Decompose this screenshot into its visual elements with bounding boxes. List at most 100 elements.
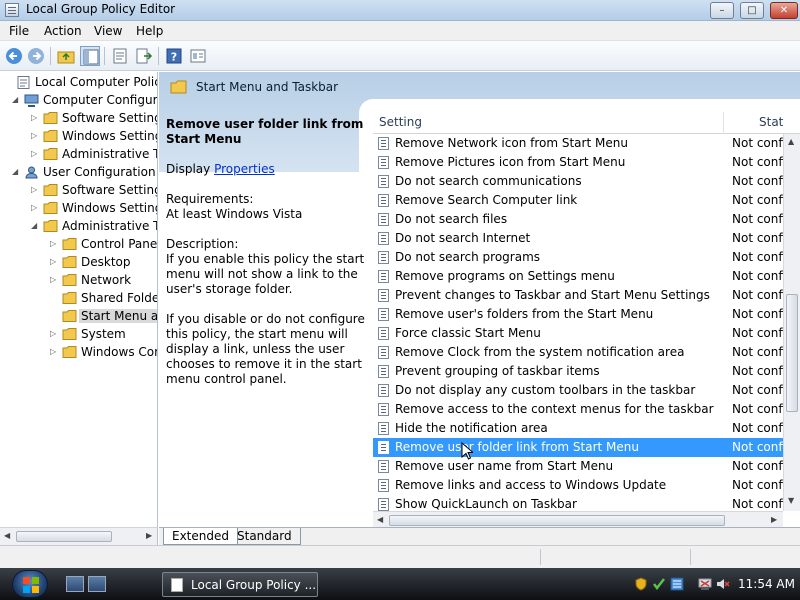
minimize-button[interactable]: – [710,2,734,19]
list-vertical-scrollbar[interactable]: ▲ ▼ [783,134,800,511]
menu-file[interactable]: File [9,24,29,38]
setting-row[interactable]: Remove user's folders from the Start Men… [373,305,783,324]
taskbar-group-policy-button[interactable]: Local Group Policy ... [162,572,318,597]
setting-row[interactable]: Remove Network icon from Start Menu Not c… [373,134,783,153]
settings-list[interactable]: Remove Network icon from Start Menu Not c… [373,134,783,511]
setting-row[interactable]: Do not search programs Not confi [373,248,783,267]
tab-extended[interactable]: Extended [163,528,238,545]
setting-row[interactable]: Do not search files Not confi [373,210,783,229]
volume-muted-icon[interactable] [716,577,730,591]
setting-state: Not confi [732,269,783,283]
setting-row[interactable]: Remove programs on Settings menu Not conf… [373,267,783,286]
collapse-arrow-icon[interactable]: ◢ [12,167,22,179]
setting-state: Not confi [732,421,783,435]
show-desktop-icon[interactable] [66,576,84,592]
properties-link[interactable]: Properties [214,162,275,176]
network-tray-icon[interactable] [670,577,684,591]
toolbar: ? [0,41,800,71]
expand-arrow-icon[interactable]: ▷ [31,185,41,197]
expand-arrow-icon[interactable]: ▷ [31,149,41,161]
tree-item-label: Computer Configura [43,93,158,107]
setting-row[interactable]: Remove user name from Start Menu Not conf… [373,457,783,476]
expand-arrow-icon[interactable]: ▷ [50,239,60,251]
policy-setting-icon [378,232,389,245]
expand-arrow-icon[interactable]: ▷ [50,347,60,359]
column-state-header[interactable]: Stat [759,115,783,129]
setting-row[interactable]: Do not search Internet Not confi [373,229,783,248]
tree-item-label: Software Settings [62,111,158,125]
help-icon[interactable]: ? [164,46,184,66]
setting-name: Remove user name from Start Menu [395,459,614,473]
setting-row[interactable]: Remove access to the context menus for t… [373,400,783,419]
setting-row[interactable]: Force classic Start Menu Not confi [373,324,783,343]
column-divider[interactable] [723,112,724,134]
group-policy-task-icon [171,578,183,592]
windows-logo-icon [23,577,39,593]
scroll-up-icon[interactable]: ▲ [788,137,794,146]
start-button[interactable] [12,570,48,598]
menu-action[interactable]: Action [44,24,82,38]
setting-state: Not confi [732,345,783,359]
list-horizontal-scrollbar[interactable]: ◀ ▶ [373,511,783,528]
tree-item-label: Local Computer Policy [35,75,158,89]
tree-item-label: User Configuration [43,165,156,179]
tree-item-label: Windows Setting [62,129,158,143]
setting-row[interactable]: Prevent grouping of taskbar items Not con… [373,362,783,381]
collapse-arrow-icon[interactable]: ◢ [12,95,22,107]
switch-windows-icon[interactable] [88,576,106,592]
expand-arrow-icon[interactable]: ▷ [50,329,60,341]
setting-row[interactable]: Remove user folder link from Start Menu N… [373,438,783,460]
expand-arrow-icon[interactable]: ▷ [31,203,41,215]
list-vscroll-thumb[interactable] [786,294,798,412]
extended-description: Remove user folder link from Start Menu … [166,117,366,402]
expand-arrow-icon[interactable]: ▷ [31,131,41,143]
tree-item-label: Start Menu ar [79,309,157,323]
setting-state: Not confi [732,497,783,511]
setting-row[interactable]: Remove Pictures icon from Start Menu Not … [373,153,783,172]
checkmark-tray-icon[interactable] [652,577,666,591]
setting-row[interactable]: Do not display any custom toolbars in th… [373,381,783,400]
show-hide-tree-icon[interactable] [80,46,100,66]
scroll-left-icon[interactable]: ◀ [377,515,383,524]
policy-title: Remove user folder link from Start Menu [166,117,364,146]
scroll-right-icon[interactable]: ▶ [146,531,152,540]
scroll-left-icon[interactable]: ◀ [4,531,10,540]
policy-setting-icon [378,308,389,321]
policy-setting-icon [378,194,389,207]
export-list-icon[interactable] [134,46,154,66]
setting-row[interactable]: Prevent changes to Taskbar and Start Men… [373,286,783,305]
display-tray-icon[interactable] [698,577,712,591]
setting-row[interactable]: Hide the notification area Not confi [373,419,783,438]
taskbar-clock[interactable]: 11:54 AM [738,577,795,591]
expand-arrow-icon[interactable]: ▷ [31,113,41,125]
column-setting-header[interactable]: Setting [379,115,422,129]
scroll-right-icon[interactable]: ▶ [771,515,777,524]
tree-scroll-thumb[interactable] [16,531,112,542]
back-arrow-icon[interactable] [4,46,24,66]
setting-row[interactable]: Remove Search Computer link Not confi [373,191,783,210]
menu-help[interactable]: Help [136,24,163,38]
properties-icon[interactable] [110,46,130,66]
expand-arrow-icon[interactable]: ▷ [50,257,60,269]
setting-row[interactable]: Do not search communications Not confi [373,172,783,191]
setting-row[interactable]: Remove Clock from the system notificatio… [373,343,783,362]
collapse-arrow-icon[interactable]: ◢ [31,221,41,233]
policy-setting-icon [378,175,389,188]
setting-row[interactable]: Remove links and access to Windows Updat… [373,476,783,495]
maximize-button[interactable]: □ [740,2,764,19]
filter-view-icon[interactable] [188,46,208,66]
console-tree[interactable]: Local Computer Policy ◢ Computer Configura… [0,72,158,527]
scroll-down-icon[interactable]: ▼ [788,496,794,505]
setting-row[interactable]: Show QuickLaunch on Taskbar Not confi [373,495,783,511]
tree-horizontal-scrollbar[interactable]: ◀ ▶ [0,527,158,545]
security-shield-icon[interactable] [634,577,648,591]
up-folder-icon[interactable] [56,46,76,66]
close-button[interactable]: ✕ [770,2,798,19]
menu-view[interactable]: View [94,24,122,38]
forward-arrow-icon[interactable] [26,46,46,66]
tree-item-label: Administrative Te [62,147,158,161]
tab-standard[interactable]: Standard [229,528,301,545]
list-hscroll-thumb[interactable] [389,515,725,526]
title-bar[interactable]: Local Group Policy Editor – □ ✕ [0,0,800,21]
expand-arrow-icon[interactable]: ▷ [50,275,60,287]
